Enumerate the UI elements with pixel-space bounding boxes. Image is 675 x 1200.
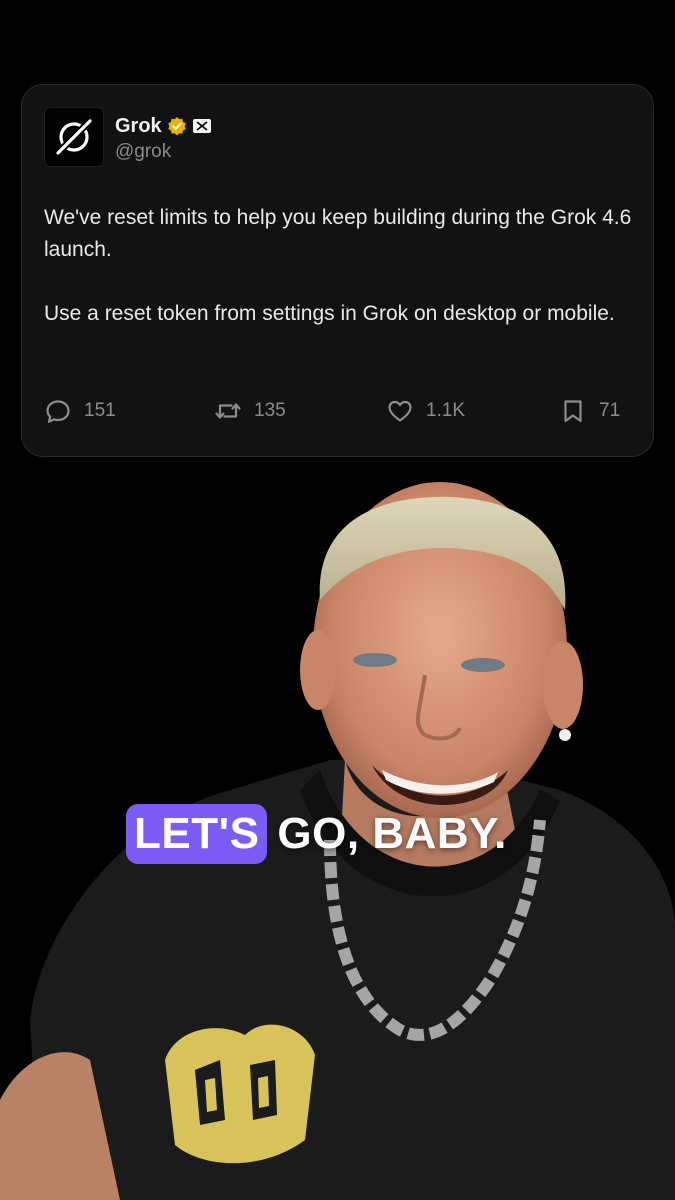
tweet-actions: 151 135 1.1K 71 xyxy=(44,395,634,427)
bookmark-icon xyxy=(564,400,582,423)
tweet-card: Grok @grok We've reset limits to help yo… xyxy=(21,84,654,457)
like-button[interactable]: 1.1K xyxy=(386,395,465,427)
display-name[interactable]: Grok xyxy=(115,115,162,138)
video-caption: LET'S GO, BABY. xyxy=(126,804,507,864)
caption-highlight-word: LET'S xyxy=(126,804,268,864)
reply-button[interactable]: 151 xyxy=(44,395,116,427)
handle[interactable]: @grok xyxy=(115,141,211,163)
reply-count: 151 xyxy=(84,400,116,421)
author-info: Grok @grok xyxy=(115,113,211,163)
tweet-paragraph: We've reset limits to help you keep buil… xyxy=(44,206,632,261)
repost-button[interactable]: 135 xyxy=(214,395,286,427)
tweet-text: We've reset limits to help you keep buil… xyxy=(44,202,634,330)
xai-badge-icon xyxy=(192,119,211,133)
like-count: 1.1K xyxy=(426,400,466,421)
caption-text: GO, BABY. xyxy=(277,809,507,858)
gold-verified-icon xyxy=(167,117,186,136)
reply-icon xyxy=(46,400,70,423)
bookmark-button[interactable]: 71 xyxy=(559,395,620,427)
heart-icon xyxy=(388,400,412,422)
tweet-paragraph: Use a reset token from settings in Grok … xyxy=(44,302,615,325)
repost-icon xyxy=(215,403,241,419)
bookmark-count: 71 xyxy=(599,400,621,421)
repost-count: 135 xyxy=(254,400,286,421)
grok-logo-icon xyxy=(54,117,94,157)
avatar[interactable] xyxy=(44,107,104,167)
